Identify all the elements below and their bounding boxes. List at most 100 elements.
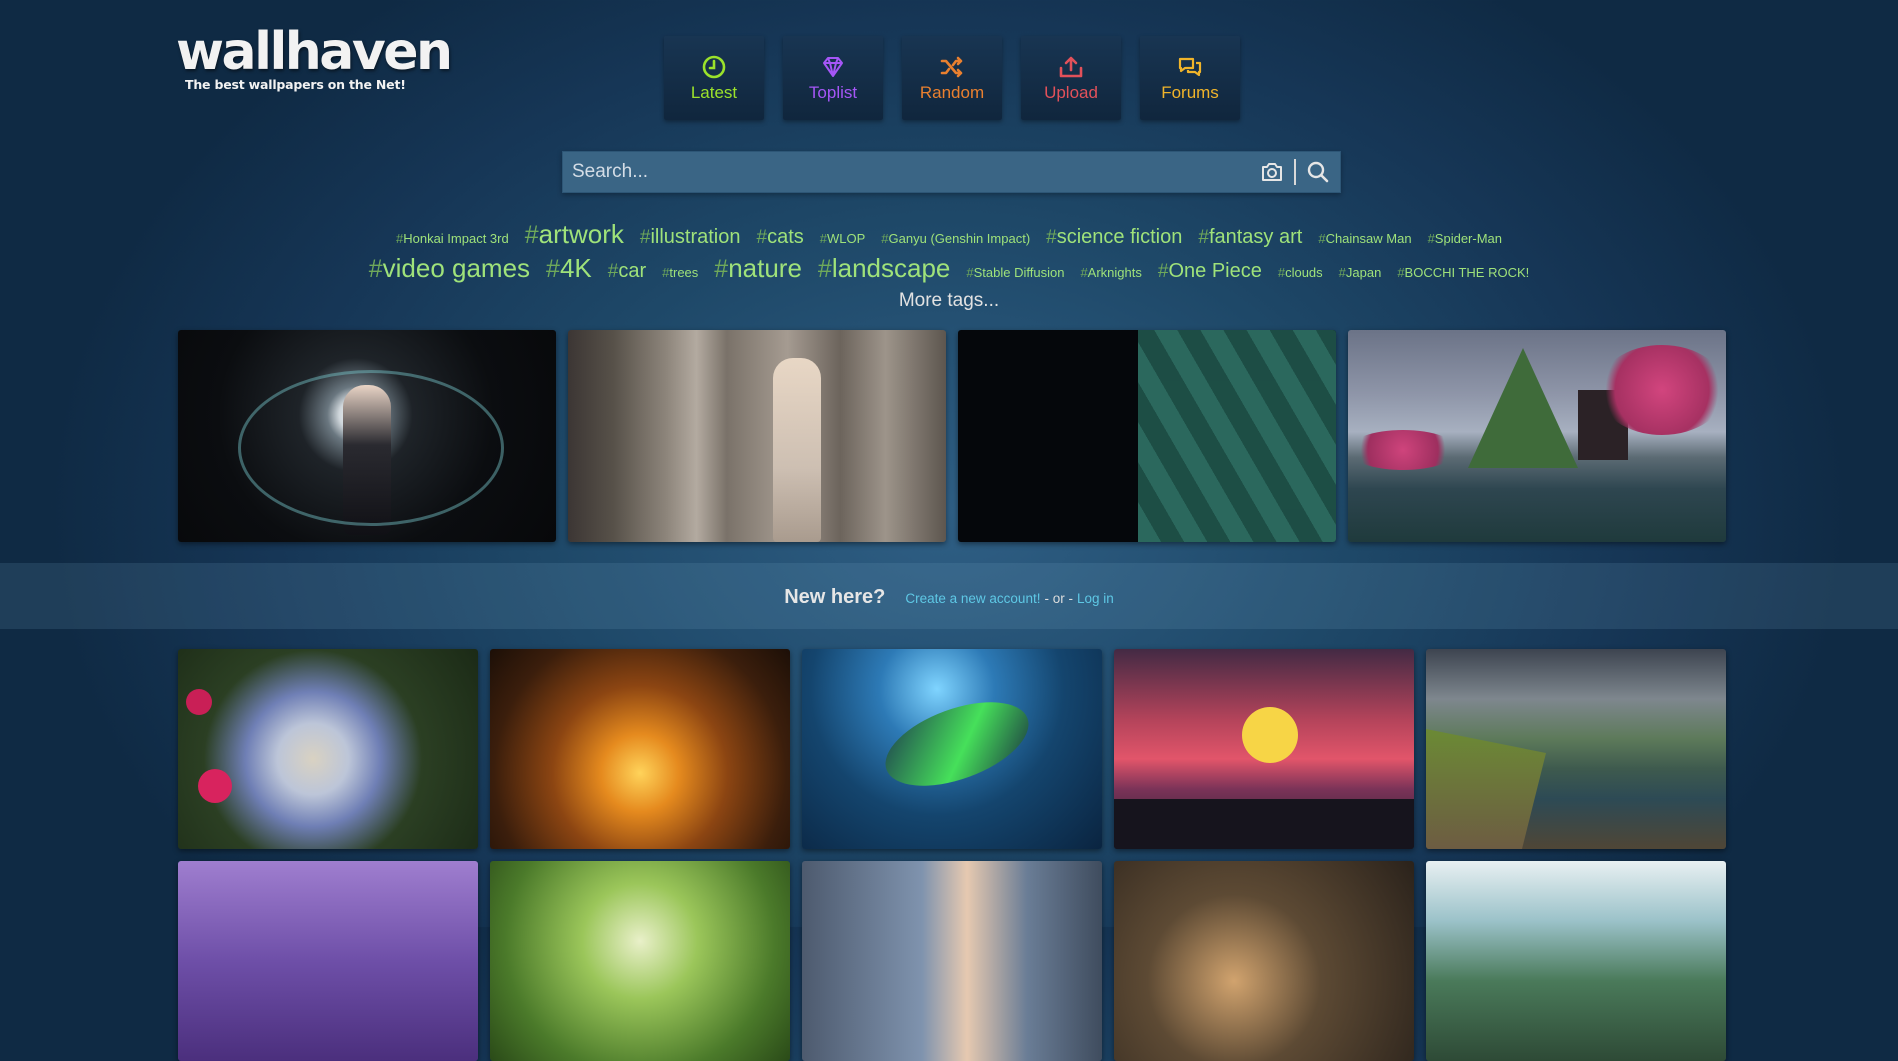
tag-link[interactable]: #cats [757,226,804,249]
hash-symbol: # [546,255,560,283]
tag-link[interactable]: #One Piece [1158,260,1262,283]
featured-wallpaper[interactable] [1348,330,1726,542]
hash-symbol: # [881,231,889,246]
new-here-heading: New here? [784,586,886,608]
tag-link[interactable]: #nature [714,253,802,284]
flower [198,769,232,803]
hash-symbol: # [817,255,832,283]
create-account-link[interactable]: Create a new account! [905,591,1040,606]
tag-label: BOCCHI THE ROCK! [1404,265,1530,280]
nav-toplist-label: Toplist [808,82,858,102]
wallpaper-thumbnail[interactable] [802,861,1102,1061]
tag-label: clouds [1285,265,1323,280]
nav-random-button[interactable]: Random [902,36,1002,120]
tag-link[interactable]: #landscape [818,253,950,284]
neon-shark [874,685,1040,803]
hexagon-pattern [1138,330,1336,542]
clock-icon [702,55,726,78]
or-separator: - or - [1044,591,1073,606]
tag-label: fantasy art [1208,226,1303,248]
tag-label: Spider-Man [1434,231,1502,246]
search-bar [562,151,1341,193]
tag-link[interactable]: #4K [546,253,592,284]
tag-link[interactable]: #Ganyu (Genshin Impact) [881,231,1030,246]
tag-cloud-row-2: #video games #4K #car #trees #nature #landsca… [0,253,1898,284]
tag-label: trees [669,265,699,280]
tag-label: video games [382,253,531,283]
shuffle-icon [940,56,963,77]
login-link[interactable]: Log in [1077,591,1114,606]
main-nav: Latest Toplist Random Upload Forums [664,36,1240,120]
city-skyline [1114,799,1414,849]
tag-link[interactable]: #WLOP [820,231,866,246]
hash-symbol: # [1046,227,1057,248]
tag-link[interactable]: #Chainsaw Man [1318,231,1411,246]
tag-link[interactable]: #BOCCHI THE ROCK! [1397,265,1529,280]
tag-link[interactable]: #Honkai Impact 3rd [396,231,509,246]
tag-link[interactable]: #artwork [525,219,624,250]
sea-cliff [1426,729,1546,849]
hash-symbol: # [714,255,729,283]
hash-symbol: # [607,261,619,282]
hash-symbol: # [639,227,651,248]
chat-icon [1178,57,1202,76]
upload-icon [1059,56,1083,77]
featured-wallpaper[interactable] [568,330,946,542]
search-input[interactable] [563,152,1250,192]
nav-random-label: Random [919,82,985,102]
featured-wallpaper[interactable] [958,330,1336,542]
featured-wallpaper[interactable] [178,330,556,542]
hash-symbol: # [1427,231,1435,246]
tag-link[interactable]: #trees [662,265,698,280]
hash-symbol: # [1198,227,1209,248]
wallpaper-thumbnail[interactable] [178,649,478,849]
diamond-icon [823,56,843,77]
hash-symbol: # [966,265,974,280]
hash-symbol: # [1157,261,1169,282]
wallpaper-thumbnail[interactable] [490,649,790,849]
tag-link[interactable]: #Arknights [1080,265,1141,280]
tag-label: One Piece [1168,260,1262,282]
cherry-blossoms [1348,430,1458,470]
more-tags-link[interactable]: More tags... [0,290,1898,312]
wallpaper-thumbnail[interactable] [1114,649,1414,849]
wallpaper-thumbnail[interactable] [178,861,478,1061]
search-icon[interactable] [1296,152,1340,192]
nav-upload-button[interactable]: Upload [1021,36,1121,120]
flower [186,689,212,715]
wallpaper-thumbnail[interactable] [1114,861,1414,1061]
tag-label: Ganyu (Genshin Impact) [888,231,1031,246]
camera-icon[interactable] [1250,152,1294,192]
sun [1242,707,1298,763]
wallpaper-thumbnail[interactable] [1426,861,1726,1061]
logo[interactable]: wallhaven The best wallpapers on the Net… [176,24,453,92]
tag-link[interactable]: #fantasy art [1198,226,1302,249]
nav-toplist-button[interactable]: Toplist [783,36,883,120]
wallpaper-thumbnail[interactable] [490,861,790,1061]
tag-label: Chainsaw Man [1325,231,1412,246]
wallpaper-thumbnail[interactable] [802,649,1102,849]
tag-label: cats [767,226,804,248]
nav-latest-label: Latest [690,82,738,102]
wallpaper-thumbnail[interactable] [1426,649,1726,849]
logo-wordmark[interactable]: wallhaven [176,24,453,80]
nav-forums-button[interactable]: Forums [1140,36,1240,120]
tag-link[interactable]: #Japan [1339,265,1382,280]
tag-link[interactable]: #video games [369,253,530,284]
tag-link[interactable]: #car [608,260,646,283]
tag-link[interactable]: #illustration [640,226,741,249]
nav-latest-button[interactable]: Latest [664,36,764,120]
tag-link[interactable]: #Stable Diffusion [966,265,1064,280]
hash-symbol: # [756,227,768,248]
hair-strands [238,370,504,526]
hash-symbol: # [819,231,827,246]
tag-link[interactable]: #science fiction [1046,226,1182,249]
tag-label: Stable Diffusion [973,265,1065,280]
tag-label: landscape [831,253,951,283]
tag-link[interactable]: #Spider-Man [1428,231,1502,246]
tag-label: Honkai Impact 3rd [403,231,509,246]
tag-link[interactable]: #clouds [1278,265,1323,280]
tag-label: artwork [538,219,624,249]
tag-label: 4K [559,253,592,283]
tag-label: Arknights [1087,265,1142,280]
